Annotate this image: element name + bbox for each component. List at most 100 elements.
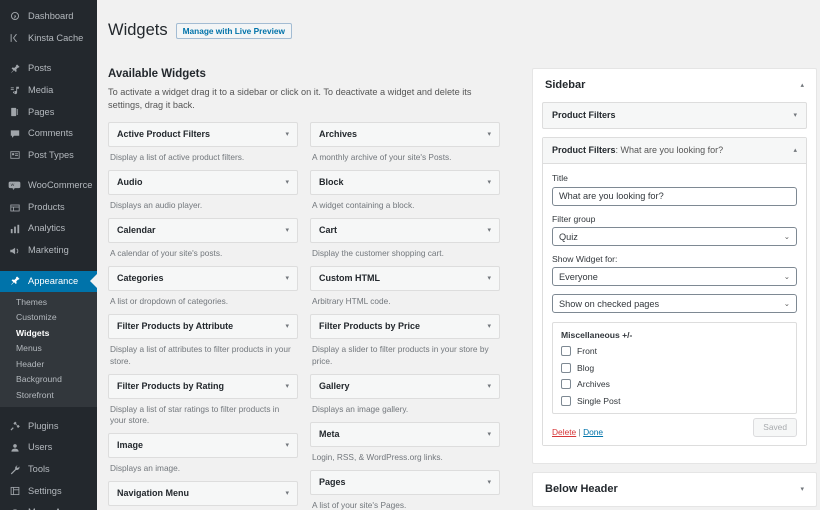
sidebar-item-tools[interactable]: Tools [0,459,97,481]
chevron-down-icon[interactable]: ▾ [487,479,491,486]
chevron-down-icon[interactable]: ▾ [487,323,491,330]
appearance-submenu: Themes Customize Widgets Menus Header Ba… [0,292,97,407]
chevron-down-icon[interactable]: ▾ [285,179,289,186]
widget-handle[interactable]: Categories ▾ [108,266,298,291]
submenu-item-background[interactable]: Background [0,372,97,388]
chevron-down-icon[interactable]: ▾ [487,179,491,186]
sidebar-item-comments[interactable]: Comments [0,123,97,145]
widget-card: Pages ▾ A list of your site's Pages. [310,470,500,510]
widget-handle[interactable]: Custom HTML ▾ [310,266,500,291]
available-widgets-section: Available Widgets To activate a widget d… [108,68,520,510]
submenu-item-header[interactable]: Header [0,356,97,372]
chevron-down-icon[interactable]: ▾ [793,111,797,119]
widget-handle[interactable]: Gallery ▾ [310,374,500,399]
sidebar-item-users[interactable]: Users [0,437,97,459]
checkbox-front[interactable] [561,346,571,356]
widget-handle[interactable]: Navigation Menu ▾ [108,481,298,506]
widget-handle[interactable]: Audio ▾ [108,170,298,195]
chevron-down-icon[interactable]: ▾ [285,227,289,234]
widget-handle[interactable]: Meta ▾ [310,422,500,447]
checkbox-row[interactable]: Archives [561,379,788,389]
checkbox-row[interactable]: Front [561,346,788,356]
chevron-down-icon[interactable]: ▾ [487,431,491,438]
sidebar-item-settings[interactable]: Settings [0,480,97,502]
widget-card: Active Product Filters ▾ Display a list … [108,122,298,168]
sidebar-item-marketing[interactable]: Marketing [0,240,97,262]
filter-group-select[interactable]: Quiz ⌄ [552,227,797,246]
sidebar-widget-handle[interactable]: Product Filters: What are you looking fo… [543,138,806,164]
widget-handle[interactable]: Filter Products by Attribute ▾ [108,314,298,339]
widget-handle[interactable]: Block ▾ [310,170,500,195]
sidebar-item-meow-apps[interactable]: M Meow Apps [0,502,97,510]
sidebar-item-plugins[interactable]: Plugins [0,416,97,438]
sidebar-item-kinsta-cache[interactable]: Kinsta Cache [0,28,97,50]
chevron-down-icon[interactable]: ▾ [285,442,289,449]
sidebar-item-appearance[interactable]: Appearance [0,271,97,293]
chevron-down-icon[interactable]: ▾ [285,131,289,138]
sidebar-panel-header[interactable]: Sidebar ▴ [533,69,816,102]
chevron-down-icon[interactable]: ▾ [285,490,289,497]
widget-description: Displays an image gallery. [310,399,500,420]
submenu-item-themes[interactable]: Themes [0,294,97,310]
done-link[interactable]: Done [583,427,603,437]
widget-handle[interactable]: Pages ▾ [310,470,500,495]
manage-with-live-preview-button[interactable]: Manage with Live Preview [176,23,292,38]
sidebar-item-products[interactable]: Products [0,197,97,219]
title-input[interactable] [552,187,797,206]
checkbox-single-post[interactable] [561,396,571,406]
sidebar-item-label: Kinsta Cache [28,34,83,43]
chevron-down-icon[interactable]: ▾ [285,275,289,282]
submenu-item-menus[interactable]: Menus [0,341,97,357]
widget-handle[interactable]: Cart ▾ [310,218,500,243]
chevron-down-icon[interactable]: ▾ [487,383,491,390]
widget-card: Filter Products by Rating ▾ Display a li… [108,374,298,431]
sidebar-item-analytics[interactable]: Analytics [0,218,97,240]
chevron-down-icon[interactable]: ▾ [487,131,491,138]
menu-divider [0,407,97,416]
chevron-down-icon[interactable]: ▾ [800,485,804,493]
sidebar-item-posts[interactable]: Posts [0,58,97,80]
chevron-down-icon[interactable]: ▾ [487,227,491,234]
delete-link[interactable]: Delete [552,427,576,437]
widget-handle[interactable]: Image ▾ [108,433,298,458]
widget-card: Filter Products by Attribute ▾ Display a… [108,314,298,371]
dashboard-icon [7,10,22,24]
pin-icon [7,62,22,76]
sidebar-item-label: Settings [28,487,62,496]
submenu-item-widgets[interactable]: Widgets [0,325,97,341]
widget-handle[interactable]: Filter Products by Price ▾ [310,314,500,339]
widget-handle[interactable]: Active Product Filters ▾ [108,122,298,147]
widget-description: A widget containing a block. [310,195,500,216]
below-header-panel-header[interactable]: Below Header ▾ [533,473,816,506]
sidebar-item-post-types[interactable]: Post Types [0,145,97,167]
chevron-down-icon[interactable]: ▾ [285,383,289,390]
checkbox-blog[interactable] [561,363,571,373]
checkbox-label: Single Post [577,397,620,406]
checkbox-row[interactable]: Blog [561,363,788,373]
widgets-layout: Available Widgets To activate a widget d… [108,68,820,510]
chevron-up-icon[interactable]: ▴ [793,146,797,154]
show-widget-for-select[interactable]: Everyone ⌄ [552,267,797,286]
sidebar-widget-name: Product Filters [552,111,616,120]
visibility-select[interactable]: Show on checked pages ⌄ [552,294,797,313]
sidebar-item-woocommerce[interactable]: W WooCommerce [0,175,97,197]
widget-card: Categories ▾ A list or dropdown of categ… [108,266,298,312]
submenu-item-customize[interactable]: Customize [0,310,97,326]
widget-name: Meta [319,430,340,439]
sidebar-item-pages[interactable]: Pages [0,101,97,123]
widget-handle[interactable]: Filter Products by Rating ▾ [108,374,298,399]
chevron-down-icon[interactable]: ▾ [487,275,491,282]
chevron-down-icon[interactable]: ▾ [285,323,289,330]
sidebar-widget-handle[interactable]: Product Filters ▾ [543,103,806,128]
checkbox-archives[interactable] [561,379,571,389]
widget-name: Cart [319,226,337,235]
widget-handle[interactable]: Archives ▾ [310,122,500,147]
checkbox-row[interactable]: Single Post [561,396,788,406]
submenu-item-storefront[interactable]: Storefront [0,387,97,403]
chevron-up-icon[interactable]: ▴ [800,81,804,89]
sidebar-item-dashboard[interactable]: Dashboard [0,6,97,28]
page-checkbox-list[interactable]: Miscellaneous +/- Front Blog [552,322,797,414]
widget-handle[interactable]: Calendar ▾ [108,218,298,243]
sidebar-item-media[interactable]: Media [0,80,97,102]
below-header-panel: Below Header ▾ [532,472,817,507]
